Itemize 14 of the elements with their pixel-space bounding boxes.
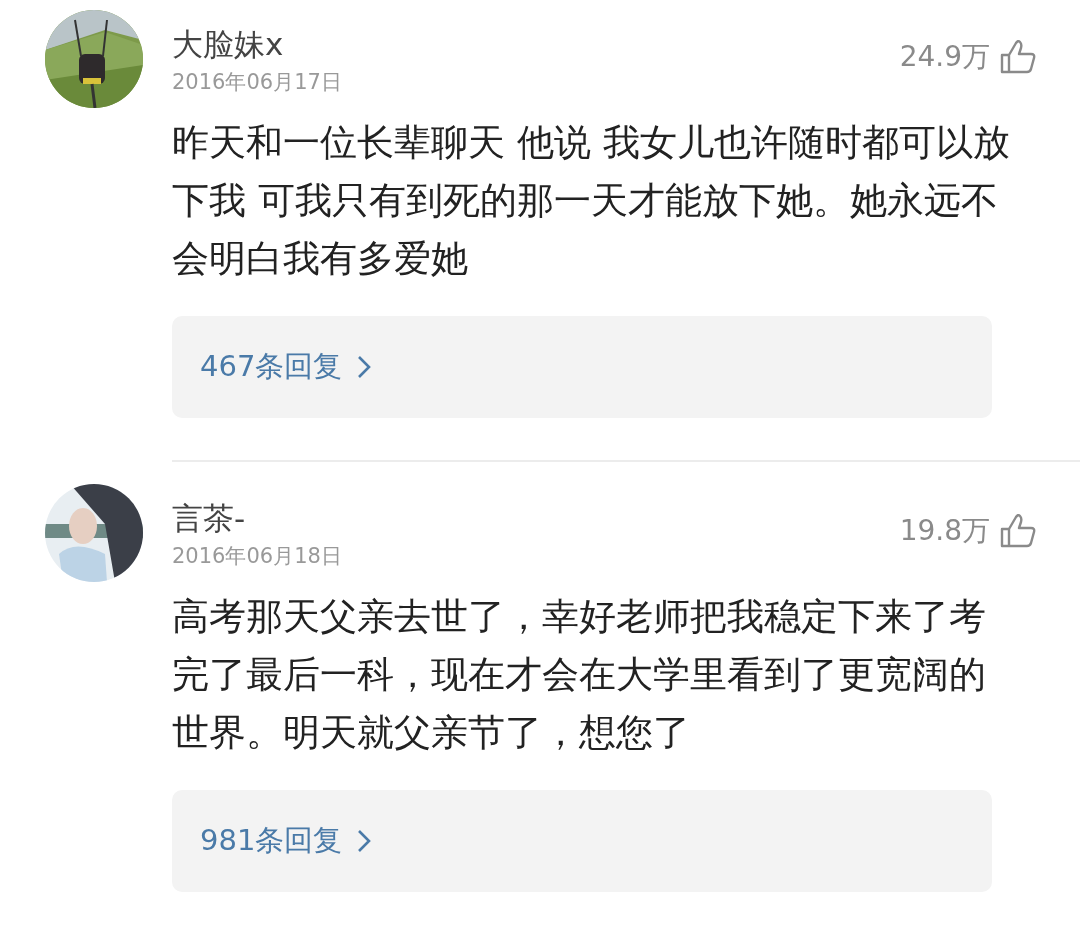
thumbs-up-icon[interactable] [1000, 514, 1036, 548]
like-count: 19.8万 [899, 513, 990, 549]
replies-button[interactable]: 467条回复 [172, 316, 992, 418]
username[interactable]: 大脸妹x [172, 24, 342, 64]
comment-text: 昨天和一位长辈聊天 他说 我女儿也许随时都可以放下我 可我只有到死的那一天才能放下她。她永远不会明白我有多爱她 [172, 120, 1011, 282]
replies-button[interactable]: 981条回复 [172, 790, 992, 892]
username[interactable]: 言茶- [172, 498, 342, 538]
chevron-right-icon [356, 828, 373, 854]
comment-date: 2016年06月18日 [172, 543, 342, 570]
like-count: 24.9万 [899, 39, 990, 75]
comment-date: 2016年06月17日 [172, 69, 342, 96]
thumbs-up-icon[interactable] [1000, 40, 1036, 74]
comment-text: 高考那天父亲去世了，幸好老师把我稳定下来了考完了最后一科，现在才会在大学里看到了更宽阔的世界。明天就父亲节了，想您了 [172, 594, 987, 756]
chevron-right-icon [356, 354, 373, 380]
